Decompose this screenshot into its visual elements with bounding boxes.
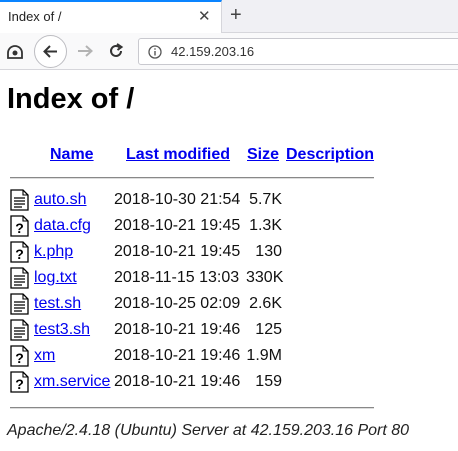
close-tab-icon[interactable]: ✕ xyxy=(198,9,211,25)
file-link[interactable]: xm xyxy=(34,347,55,365)
file-link[interactable]: test.sh xyxy=(34,295,81,313)
unknown-file-icon[interactable]: ? xyxy=(10,345,29,367)
table-row: ? xm.service 2018-10-21 19:46 159 xyxy=(0,370,458,396)
sort-by-last-modified-link[interactable]: Last modified xyxy=(126,146,230,164)
file-modified: 2018-11-15 13:03 xyxy=(114,269,240,286)
table-row: auto.sh 2018-10-30 21:54 5.7K xyxy=(0,188,458,214)
file-size: 125 xyxy=(255,321,282,338)
svg-text:?: ? xyxy=(15,220,24,236)
file-size: 159 xyxy=(255,373,282,390)
file-size: 1.3K xyxy=(249,217,282,234)
svg-text:?: ? xyxy=(15,350,24,366)
sort-by-size-link[interactable]: Size xyxy=(247,146,279,164)
url-bar[interactable]: 42.159.203.16 xyxy=(138,38,458,65)
file-size: 5.7K xyxy=(249,191,282,208)
text-file-icon[interactable] xyxy=(10,189,29,211)
tab-strip: Index of / ✕ + xyxy=(0,0,458,33)
file-size: 2.6K xyxy=(249,295,282,312)
bottom-divider xyxy=(10,407,374,409)
tracking-protection-icon[interactable] xyxy=(6,44,24,60)
sort-by-name-link[interactable]: Name xyxy=(50,146,94,164)
file-modified: 2018-10-30 21:54 xyxy=(114,191,241,208)
info-icon[interactable] xyxy=(148,45,162,59)
file-size: 130 xyxy=(255,243,282,260)
nav-bar: 42.159.203.16 xyxy=(0,33,458,70)
forward-arrow-icon[interactable] xyxy=(76,43,94,59)
table-row: test3.sh 2018-10-21 19:46 125 xyxy=(0,318,458,344)
sort-by-description-link[interactable]: Description xyxy=(286,146,374,164)
file-size: 330K xyxy=(246,269,284,286)
table-row: test.sh 2018-10-25 02:09 2.6K xyxy=(0,292,458,318)
page-title: Index of / xyxy=(7,83,135,115)
file-size: 1.9M xyxy=(246,347,282,364)
new-tab-icon[interactable]: + xyxy=(230,4,242,26)
file-modified: 2018-10-21 19:45 xyxy=(114,243,241,260)
table-row: log.txt 2018-11-15 13:03 330K xyxy=(0,266,458,292)
text-file-icon[interactable] xyxy=(10,293,29,315)
text-file-icon[interactable] xyxy=(10,319,29,341)
file-link[interactable]: test3.sh xyxy=(34,321,90,339)
file-modified: 2018-10-21 19:45 xyxy=(114,217,241,234)
svg-text:?: ? xyxy=(15,376,24,392)
file-modified: 2018-10-21 19:46 xyxy=(114,321,241,338)
file-link[interactable]: xm.service xyxy=(34,373,110,391)
file-modified: 2018-10-21 19:46 xyxy=(114,373,241,390)
back-arrow-icon xyxy=(43,45,57,58)
reload-icon[interactable] xyxy=(107,42,125,60)
file-link[interactable]: data.cfg xyxy=(34,217,91,235)
table-row: ? xm 2018-10-21 19:46 1.9M xyxy=(0,344,458,370)
svg-text:?: ? xyxy=(15,246,24,262)
file-link[interactable]: k.php xyxy=(34,243,73,261)
server-signature: Apache/2.4.18 (Ubuntu) Server at 42.159.… xyxy=(7,422,410,439)
url-text[interactable]: 42.159.203.16 xyxy=(171,44,254,59)
back-button[interactable] xyxy=(34,35,67,68)
file-modified: 2018-10-25 02:09 xyxy=(114,295,241,312)
unknown-file-icon[interactable]: ? xyxy=(10,371,29,393)
unknown-file-icon[interactable]: ? xyxy=(10,241,29,263)
file-link[interactable]: log.txt xyxy=(34,269,77,287)
table-row: ? k.php 2018-10-21 19:45 130 xyxy=(0,240,458,266)
top-divider xyxy=(10,177,374,179)
tab-title: Index of / xyxy=(8,9,62,24)
file-modified: 2018-10-21 19:46 xyxy=(114,347,241,364)
tab-active[interactable]: Index of / ✕ xyxy=(0,0,222,33)
text-file-icon[interactable] xyxy=(10,267,29,289)
file-link[interactable]: auto.sh xyxy=(34,191,86,209)
unknown-file-icon[interactable]: ? xyxy=(10,215,29,237)
table-row: ? data.cfg 2018-10-21 19:45 1.3K xyxy=(0,214,458,240)
page-content: Index of / Name Last modified Size Descr… xyxy=(0,70,458,451)
